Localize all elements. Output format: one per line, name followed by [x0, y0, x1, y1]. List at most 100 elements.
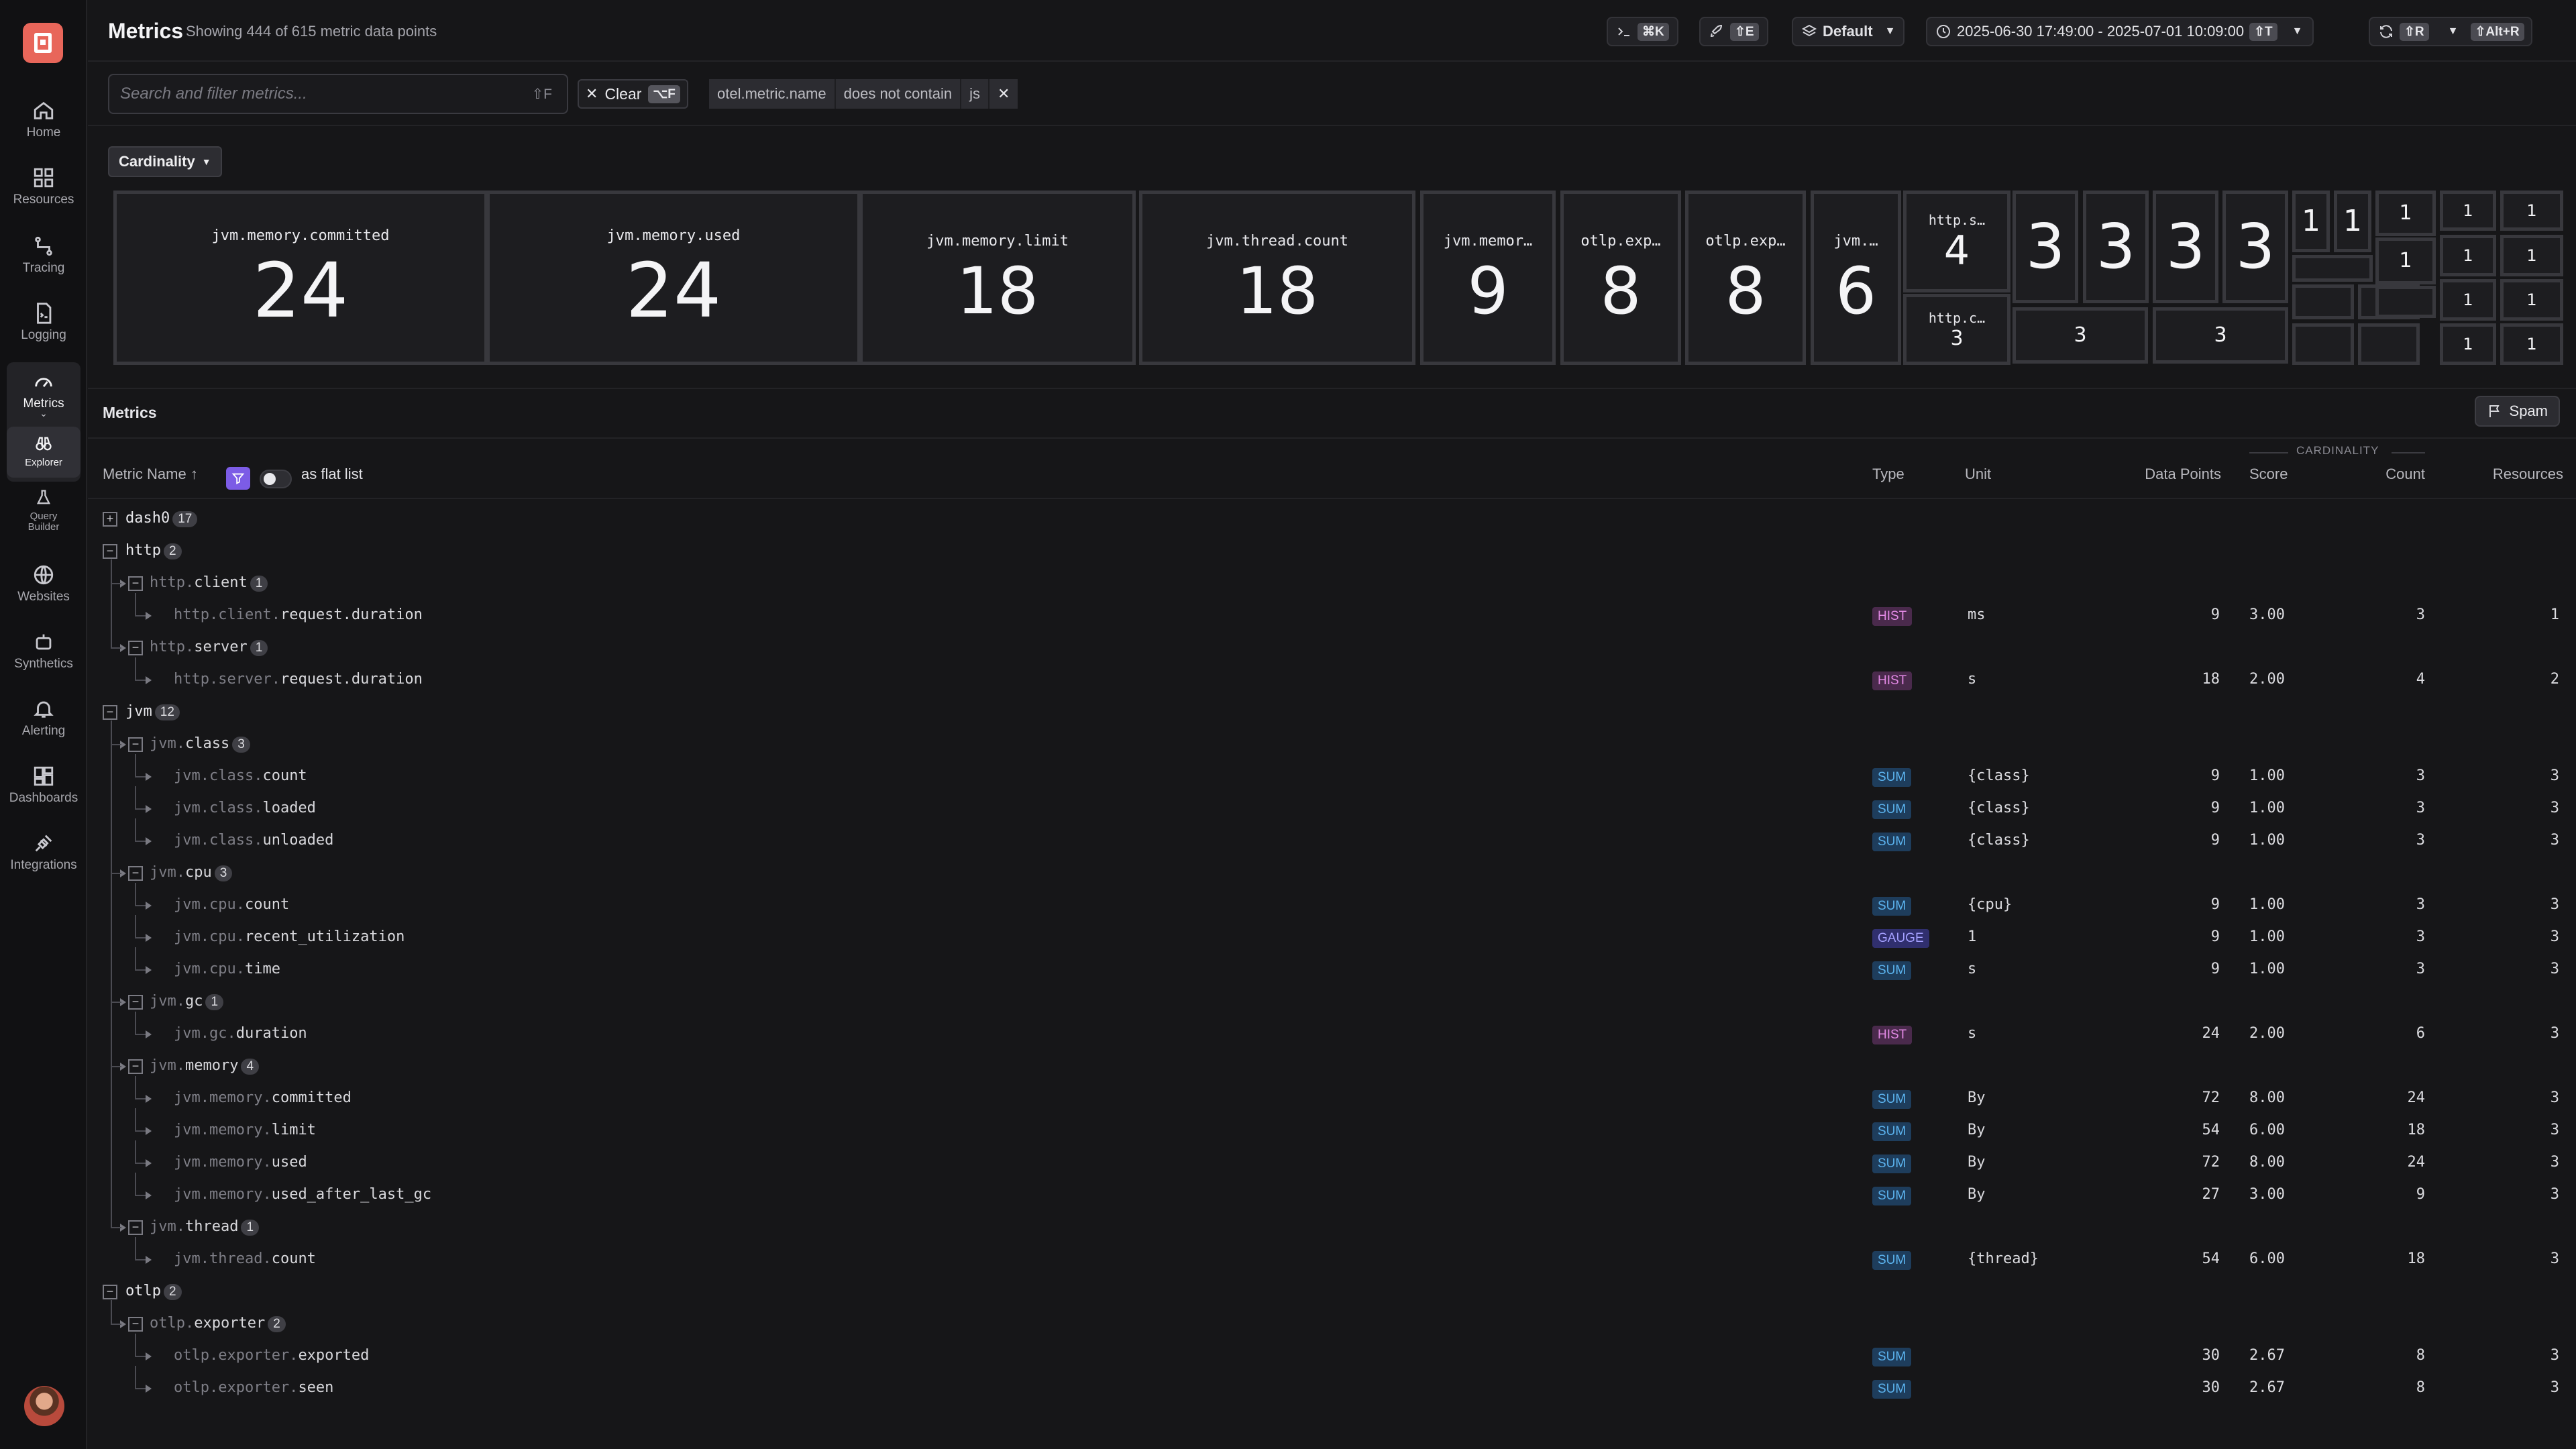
metric-row[interactable]: http.client.request.duration HIST ms 9 3.00 3…	[88, 593, 2576, 632]
metric-row[interactable]: jvm.memory.limit SUM By 54 6.00 18 3	[88, 1108, 2576, 1147]
metric-name[interactable]: jvm.class.loaded	[174, 800, 316, 816]
metric-subgroup-row[interactable]: − jvm.cpu 3	[88, 857, 2576, 890]
collapse-icon[interactable]: −	[128, 866, 143, 881]
metric-group-row[interactable]: − jvm 12	[88, 696, 2576, 729]
sidebar-item-synthetics[interactable]: Synthetics	[0, 631, 87, 670]
collapse-icon[interactable]: −	[128, 995, 143, 1010]
cardinality-tile[interactable]: 1	[2500, 323, 2563, 365]
sidebar-item-tracing[interactable]: Tracing	[0, 235, 87, 274]
cardinality-tile[interactable]: 1	[2500, 279, 2563, 321]
metric-subgroup-row[interactable]: − http.client 1	[88, 568, 2576, 600]
metric-row[interactable]: jvm.cpu.time SUM s 9 1.00 3 3	[88, 947, 2576, 986]
refresh-button[interactable]: ⇧R ▼ ⇧Alt+R	[2369, 17, 2532, 46]
metric-subgroup-row[interactable]: − http.server 1	[88, 632, 2576, 664]
metric-row[interactable]: jvm.cpu.count SUM {cpu} 9 1.00 3 3	[88, 883, 2576, 922]
sidebar-item-resources[interactable]: Resources	[0, 166, 87, 206]
cardinality-tile[interactable]: 1	[2292, 255, 2373, 282]
collapse-icon[interactable]: −	[128, 1317, 143, 1332]
search-input[interactable]	[120, 75, 509, 113]
logo[interactable]	[23, 23, 63, 63]
cardinality-tile[interactable]: 1	[2440, 323, 2496, 365]
collapse-icon[interactable]: −	[128, 737, 143, 752]
cardinality-tile[interactable]	[2358, 323, 2420, 365]
metric-row[interactable]: jvm.cpu.recent_utilization GAUGE 1 9 1.00 3 3	[88, 915, 2576, 954]
metric-name[interactable]: jvm.gc.duration	[174, 1025, 307, 1042]
column-header-type[interactable]: Type	[1872, 466, 1904, 483]
cardinality-tile[interactable]: 1	[2375, 237, 2436, 284]
column-header-resources[interactable]: Resources	[2436, 466, 2563, 483]
metric-subgroup-row[interactable]: − jvm.gc 1	[88, 986, 2576, 1018]
metric-row[interactable]: jvm.memory.committed SUM By 72 8.00 24 3	[88, 1076, 2576, 1115]
collapse-icon[interactable]: −	[128, 576, 143, 591]
metric-name[interactable]: jvm.memory.used	[174, 1154, 307, 1171]
metric-name[interactable]: jvm.cpu.time	[174, 961, 280, 977]
avatar[interactable]	[24, 1386, 64, 1426]
metric-row[interactable]: otlp.exporter.exported SUM 30 2.67 8 3	[88, 1334, 2576, 1373]
metric-row[interactable]: jvm.class.loaded SUM {class} 9 1.00 3 3	[88, 786, 2576, 825]
cardinality-tile[interactable]: jvm.thread.count 18	[1139, 191, 1415, 365]
metric-row[interactable]: jvm.class.count SUM {class} 9 1.00 3 3	[88, 754, 2576, 793]
cardinality-tile[interactable]: 1	[2292, 191, 2330, 252]
metric-name[interactable]: jvm.thread.count	[174, 1250, 316, 1267]
cardinality-tile[interactable]: 3	[2153, 307, 2288, 364]
metric-row[interactable]: http.server.request.duration HIST s 18 2.00 4…	[88, 657, 2576, 696]
metric-name[interactable]: jvm.memory.committed	[174, 1089, 352, 1106]
sidebar-item-integrations[interactable]: Integrations	[0, 832, 87, 871]
sidebar-item-query-builder[interactable]: Query Builder	[0, 488, 87, 533]
cardinality-tile[interactable]: 3	[2222, 191, 2288, 303]
sidebar-item-dashboards[interactable]: Dashboards	[0, 765, 87, 804]
filter-toggle-button[interactable]	[226, 467, 250, 490]
metric-subgroup-row[interactable]: − jvm.memory 4	[88, 1051, 2576, 1083]
column-header-name[interactable]: Metric Name ↑	[103, 466, 198, 483]
column-header-data-points[interactable]: Data Points	[2100, 466, 2221, 483]
sidebar-item-websites[interactable]: Websites	[0, 564, 87, 603]
collapse-icon[interactable]: −	[128, 1059, 143, 1074]
metric-name[interactable]: jvm.cpu.recent_utilization	[174, 928, 405, 945]
metric-group-row[interactable]: − http 2	[88, 535, 2576, 568]
metric-name[interactable]: jvm.cpu.count	[174, 896, 289, 913]
collapse-icon[interactable]: −	[103, 1285, 117, 1299]
cardinality-tile[interactable]	[2292, 323, 2354, 365]
metric-name[interactable]: http.server.request.duration	[174, 671, 423, 688]
spam-button[interactable]: Spam	[2474, 396, 2560, 427]
column-header-count[interactable]: Count	[2369, 466, 2425, 483]
metric-name[interactable]: http.client.request.duration	[174, 606, 423, 623]
cardinality-tile[interactable]: 1	[2375, 191, 2436, 236]
metric-name[interactable]: otlp.exporter.exported	[174, 1347, 369, 1364]
time-range-picker[interactable]: 2025-06-30 17:49:00 - 2025-07-01 10:09:0…	[1926, 17, 2314, 46]
metric-name[interactable]: jvm.memory.used_after_last_gc	[174, 1186, 431, 1203]
cardinality-tile[interactable]: jvm.memor… 9	[1420, 191, 1556, 365]
sidebar-item-alerting[interactable]: Alerting	[0, 698, 87, 737]
collapse-icon[interactable]: −	[128, 1220, 143, 1235]
command-palette-button[interactable]: ⌘K	[1607, 17, 1678, 46]
clear-button[interactable]: ✕ Clear ⌥F	[578, 79, 688, 109]
sidebar-item-home[interactable]: Home	[0, 99, 87, 139]
cardinality-dropdown[interactable]: Cardinality ▼	[108, 146, 222, 177]
metric-row[interactable]: jvm.thread.count SUM {thread} 54 6.00 18 3	[88, 1237, 2576, 1276]
sidebar-item-logging[interactable]: Logging	[0, 302, 87, 341]
cardinality-tile[interactable]: jvm.memory.committed 24	[113, 191, 488, 365]
metric-row[interactable]: jvm.memory.used SUM By 72 8.00 24 3	[88, 1140, 2576, 1179]
metric-subgroup-row[interactable]: − otlp.exporter 2	[88, 1308, 2576, 1340]
remove-filter-icon[interactable]: ✕	[989, 79, 1018, 109]
cardinality-tile[interactable]: 3	[2153, 191, 2218, 303]
collapse-icon[interactable]: −	[103, 544, 117, 559]
metric-subgroup-row[interactable]: − jvm.thread 1	[88, 1212, 2576, 1244]
cardinality-tile[interactable]: 3	[2012, 191, 2078, 303]
cardinality-tile[interactable]	[2375, 286, 2436, 318]
cardinality-tile[interactable]: http.s… 4	[1903, 191, 2010, 292]
metric-name[interactable]: jvm.memory.limit	[174, 1122, 316, 1138]
cardinality-tile[interactable]: jvm.… 6	[1811, 191, 1901, 365]
rocket-button[interactable]: ⇧E	[1699, 17, 1768, 46]
metric-name[interactable]: jvm.class.count	[174, 767, 307, 784]
dataset-select[interactable]: Default ▼	[1792, 17, 1905, 46]
cardinality-tile[interactable]: 3	[2012, 307, 2148, 364]
column-header-unit[interactable]: Unit	[1965, 466, 1991, 483]
cardinality-tile[interactable]: 3	[2083, 191, 2149, 303]
filter-chip[interactable]: otel.metric.name does not contain js ✕	[709, 79, 1018, 109]
sidebar-item-explorer[interactable]: Explorer	[0, 435, 87, 468]
metric-row[interactable]: otlp.exporter.seen SUM 30 2.67 8 3	[88, 1366, 2576, 1405]
cardinality-tile[interactable]: 1	[2440, 279, 2496, 321]
cardinality-tile[interactable]: jvm.memory.used 24	[486, 191, 861, 365]
metric-row[interactable]: jvm.class.unloaded SUM {class} 9 1.00 3 3	[88, 818, 2576, 857]
